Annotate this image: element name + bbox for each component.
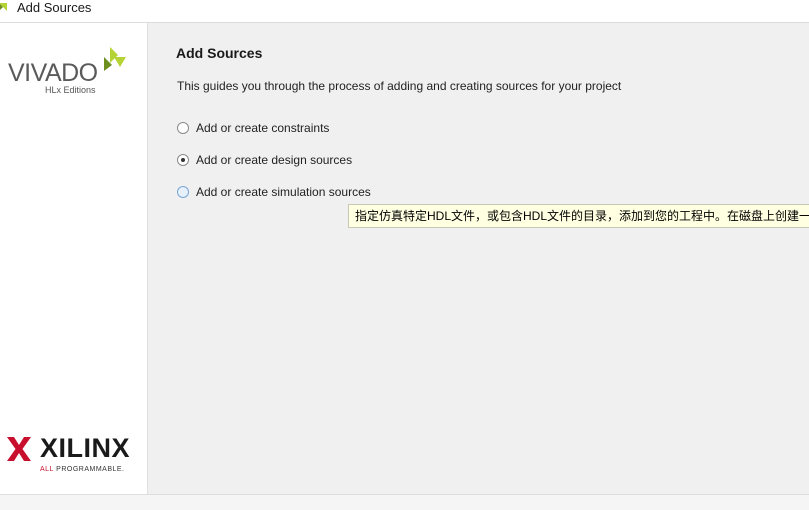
vivado-leaf-icon (104, 47, 126, 71)
main-panel: Add Sources This guides you through the … (148, 23, 809, 494)
sidebar: VIVADO HLx Editions XILINX ALL PROGRAMMA… (0, 23, 148, 494)
xilinx-logo: XILINX ALL PROGRAMMABLE. (7, 433, 147, 483)
design-sources-label: Add or create design sources (196, 153, 353, 167)
design-sources-radio[interactable] (177, 154, 189, 166)
page-description: This guides you through the process of a… (177, 79, 622, 93)
xilinx-logo-text: XILINX (40, 433, 131, 463)
xilinx-x-icon (7, 437, 31, 461)
vivado-edition-text: HLx Editions (45, 85, 96, 95)
xilinx-tagline: ALL PROGRAMMABLE. (40, 466, 125, 473)
title-bar: Add Sources (0, 0, 809, 23)
page-title: Add Sources (176, 45, 263, 61)
simulation-sources-radio[interactable] (177, 186, 189, 198)
option-design-sources[interactable]: Add or create design sources (177, 151, 352, 169)
simulation-sources-label: Add or create simulation sources (196, 185, 371, 199)
vivado-logo: VIVADO HLx Editions (8, 45, 138, 105)
constraints-label: Add or create constraints (196, 121, 330, 135)
constraints-radio[interactable] (177, 122, 189, 134)
option-simulation-sources[interactable]: Add or create simulation sources (177, 183, 371, 201)
option-constraints[interactable]: Add or create constraints (177, 119, 329, 137)
window-title: Add Sources (17, 0, 92, 15)
vivado-app-icon (0, 3, 7, 11)
bottom-bar (0, 494, 809, 510)
simulation-sources-tooltip: 指定仿真特定HDL文件，或包含HDL文件的目录，添加到您的工程中。在磁盘上创建一 (348, 204, 809, 228)
vivado-logo-text: VIVADO (8, 59, 98, 87)
